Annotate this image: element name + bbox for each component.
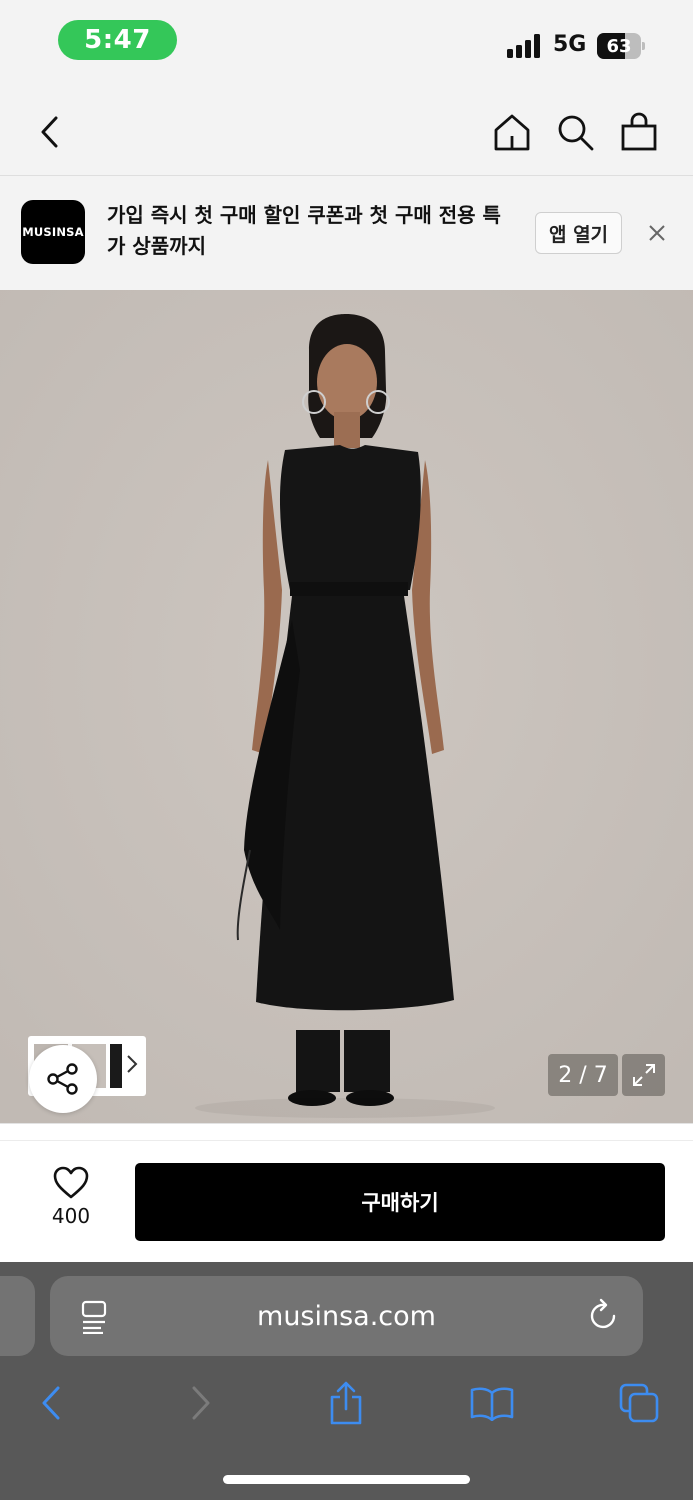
cellular-signal-icon — [507, 34, 543, 58]
chevron-right-icon — [127, 1055, 138, 1073]
browser-forward-button[interactable] — [176, 1378, 226, 1428]
share-icon — [330, 1381, 362, 1425]
purchase-bar: 400 구매하기 — [0, 1123, 693, 1262]
search-icon — [558, 115, 594, 151]
like-count: 400 — [51, 1204, 91, 1228]
shopping-bag-icon — [621, 112, 657, 151]
share-button[interactable] — [29, 1045, 97, 1113]
cart-button[interactable] — [617, 110, 661, 154]
bookmarks-icon — [470, 1387, 514, 1421]
buy-button[interactable]: 구매하기 — [135, 1163, 665, 1241]
site-header — [0, 88, 693, 176]
tabs-icon — [619, 1383, 659, 1423]
like-button[interactable]: 400 — [30, 1166, 112, 1236]
open-app-button[interactable]: 앱 열기 — [535, 212, 622, 254]
divider — [0, 1140, 693, 1141]
banner-close-button[interactable] — [646, 222, 668, 248]
back-button[interactable] — [28, 110, 72, 154]
back-icon — [42, 1386, 60, 1420]
thumbnail-next-button[interactable] — [126, 1054, 138, 1078]
status-bar: 5:47 5G 63 — [0, 0, 693, 88]
home-icon — [494, 114, 530, 151]
product-image-gallery[interactable]: 2 / 7 — [0, 290, 693, 1123]
product-photo — [0, 290, 693, 1123]
heart-icon — [53, 1166, 89, 1199]
browser-back-button[interactable] — [26, 1378, 76, 1428]
bookmarks-button[interactable] — [467, 1378, 517, 1428]
network-type: 5G — [553, 32, 587, 57]
browser-toolbar: musinsa.com — [0, 1262, 693, 1500]
reload-icon — [590, 1298, 616, 1329]
url-text: musinsa.com — [257, 1300, 436, 1332]
chevron-left-icon — [41, 116, 58, 148]
app-install-banner: MUSINSA 가입 즉시 첫 구매 할인 쿠폰과 첫 구매 전용 특가 상품까… — [0, 177, 693, 290]
musinsa-logo: MUSINSA — [21, 200, 85, 264]
close-icon — [649, 225, 665, 241]
battery-icon: 63 — [597, 33, 645, 59]
expand-image-button[interactable] — [622, 1054, 665, 1096]
forward-icon — [192, 1386, 210, 1420]
browser-share-button[interactable] — [321, 1378, 371, 1428]
banner-message: 가입 즉시 첫 구매 할인 쿠폰과 첫 구매 전용 특가 상품까지 — [107, 203, 501, 258]
share-icon — [47, 1063, 78, 1095]
search-button[interactable] — [553, 110, 597, 154]
expand-icon — [632, 1064, 655, 1086]
image-page-counter: 2 / 7 — [548, 1054, 618, 1096]
home-indicator[interactable] — [223, 1475, 470, 1484]
home-button[interactable] — [490, 110, 534, 154]
tabs-button[interactable] — [614, 1378, 664, 1428]
reader-button[interactable] — [79, 1300, 109, 1338]
battery-percent: 63 — [606, 35, 632, 57]
reader-icon — [81, 1300, 107, 1335]
reload-button[interactable] — [588, 1298, 620, 1336]
address-bar[interactable]: musinsa.com — [50, 1276, 643, 1356]
status-time[interactable]: 5:47 — [58, 20, 177, 60]
previous-tab-preview[interactable] — [0, 1276, 35, 1356]
